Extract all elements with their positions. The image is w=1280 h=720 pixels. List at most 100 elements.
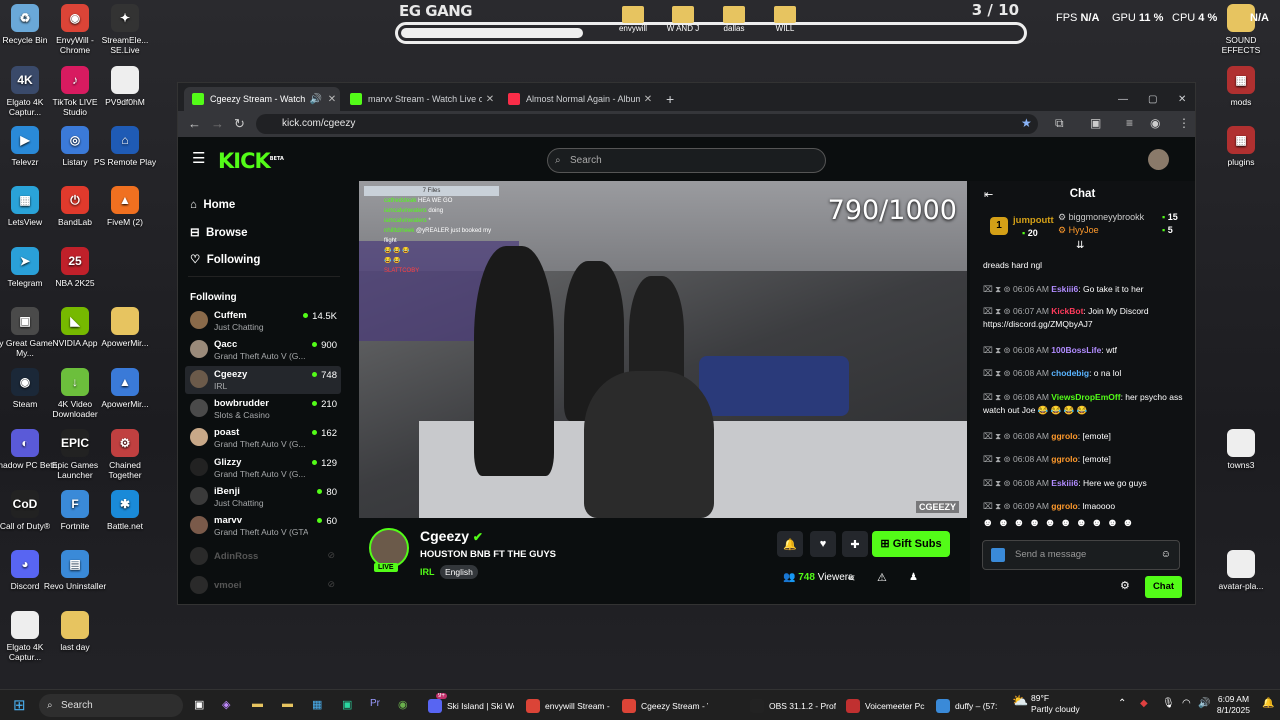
chat-username[interactable]: ggrolo (1051, 431, 1077, 441)
taskbar-app[interactable]: OBS 31.1.2 - Profil (750, 693, 836, 718)
tab-marvv[interactable]: marvv Stream - Watch Live o ✕ (342, 87, 498, 111)
language-tag[interactable]: English (440, 565, 478, 579)
chat-username[interactable]: chodebig (1051, 368, 1089, 378)
following-channel[interactable]: Cgeezy IRL 748 (185, 365, 341, 394)
leaderboard-user[interactable]: ⚙ biggmoneyybrookk (1058, 212, 1144, 223)
report-icon[interactable]: ⚠ (877, 571, 887, 584)
follow-heart-button[interactable]: ♥ (810, 531, 836, 557)
desktop-icon[interactable]: ApowerMir... (92, 307, 158, 348)
following-channel[interactable]: Qacc Grand Theft Auto V (G... 900 (185, 336, 341, 364)
tray-overflow-icon[interactable]: ⌃ (1118, 698, 1126, 709)
desktop-icon[interactable]: ✦ StreamEle... SE.Live (92, 4, 158, 55)
taskbar-app[interactable]: Voicemeeter Pc (846, 693, 932, 718)
desktop-icon[interactable]: ▲ ApowerMir... (92, 368, 158, 409)
following-channel[interactable]: Cuffem Just Chatting 14.5K (185, 307, 341, 335)
offline-channel[interactable]: vmoei ⊘ (185, 572, 341, 600)
user-avatar[interactable] (1148, 149, 1169, 170)
notification-bell-icon[interactable]: 🔔 (1262, 698, 1274, 709)
desktop-icon[interactable]: ✱ Battle.net (92, 490, 158, 531)
clock[interactable]: 6:09 AM 8/1/2025 (1217, 694, 1250, 716)
chat-username[interactable]: ggrolo (1051, 501, 1077, 511)
url-field[interactable]: kick.com/cgeezy (256, 114, 1038, 134)
taskbar-app[interactable]: Ski Island | Ski We 9+ (428, 693, 514, 718)
close-icon[interactable]: ✕ (482, 94, 498, 105)
task-view-icon[interactable]: ▣ (194, 698, 204, 711)
chat-message-input[interactable]: Send a message ☺ (982, 540, 1180, 570)
app-icon[interactable]: ▣ (342, 698, 352, 711)
copilot-icon[interactable]: ◈ (222, 698, 230, 711)
following-channel[interactable]: poast Grand Theft Auto V (G... 162 (185, 424, 341, 452)
close-icon[interactable]: ✕ (324, 94, 340, 105)
close-icon[interactable]: ✕ (640, 94, 656, 105)
app-icon[interactable]: ◉ (398, 698, 408, 711)
maximize-icon[interactable]: ▢ (1140, 87, 1160, 111)
taskbar-app[interactable]: Cgeezy Stream - V (622, 693, 708, 718)
nav-browse[interactable]: ⊟ Browse (190, 225, 248, 239)
desktop-icon[interactable]: ⌂ PS Remote Play (92, 126, 158, 167)
minimize-icon[interactable]: — (1110, 87, 1130, 111)
desktop-icon[interactable]: ⚙ Chained Together (92, 429, 158, 480)
emoji-icon[interactable]: ☺ (1161, 541, 1171, 569)
windows-start-icon[interactable]: ⊞ (13, 696, 26, 714)
reload-icon[interactable]: ↻ (234, 116, 245, 132)
leaderboard-user[interactable]: ⚙ HyyJoe (1058, 225, 1099, 236)
search-input[interactable]: ⌕ Search (547, 148, 826, 173)
desktop-icon[interactable]: 25 NBA 2K25 (42, 247, 108, 288)
clip-button[interactable]: ✚ (842, 531, 868, 557)
desktop-icon[interactable]: ▲ FiveM (2) (92, 186, 158, 227)
settings-gear-icon[interactable]: ⚙ (1120, 579, 1130, 592)
menu-icon[interactable]: ⋮ (1178, 116, 1190, 130)
taskbar-search[interactable]: ⌕ Search (39, 694, 183, 717)
offline-channel[interactable]: AdinRoss ⊘ (185, 543, 341, 571)
bookmark-star-icon[interactable]: ★ (1021, 116, 1032, 130)
forward-icon[interactable]: → (211, 116, 224, 131)
following-channel[interactable]: bowbrudder Slots & Casino 210 (185, 395, 341, 423)
kick-logo[interactable]: KICKBETA (218, 149, 284, 173)
mod-tools-icon[interactable]: ⌧ ⧗ ⊚ (983, 368, 1013, 378)
mod-tools-icon[interactable]: ⌧ ⧗ ⊚ (983, 454, 1013, 464)
mod-tools-icon[interactable]: ⌧ ⧗ ⊚ (983, 345, 1013, 355)
premiere-icon[interactable]: Pr (370, 698, 380, 709)
chat-username[interactable]: 100BossLife (1051, 345, 1101, 355)
following-channel[interactable]: Glizzy Grand Theft Auto V (G... 129 (185, 454, 341, 482)
chat-username[interactable]: ViewsDropEmOff (1051, 392, 1120, 402)
store-icon[interactable]: ▦ (312, 698, 322, 711)
desktop-icon[interactable]: PV9df0hM (92, 66, 158, 107)
emote-bar[interactable]: ☻☻☻☻☻☻☻☻☻☻ (982, 517, 1138, 529)
folder-icon[interactable]: ▬ (282, 698, 293, 710)
nav-home[interactable]: ⌂ Home (190, 199, 235, 211)
desktop-icon[interactable]: ▦ mods (1208, 66, 1274, 107)
video-player[interactable]: 7 Files cathedsteak HEA WE GO iamcalvinwa… (359, 181, 967, 518)
chat-username[interactable]: Eskiii6 (1051, 284, 1078, 294)
profile-icon[interactable]: ◉ (1150, 116, 1160, 130)
nav-following[interactable]: ♡ Following (190, 252, 260, 266)
mod-tools-icon[interactable]: ⌧ ⧗ ⊚ (983, 478, 1013, 488)
chat-send-button[interactable]: Chat (1145, 576, 1182, 598)
tray-icon[interactable]: ◆ (1140, 698, 1148, 709)
wifi-icon[interactable]: ◠ (1182, 698, 1191, 709)
mod-tools-icon[interactable]: ⌧ ⧗ ⊚ (983, 431, 1013, 441)
desktop-icon[interactable]: ▤ Revo Uninstaller (42, 550, 108, 591)
chat-username[interactable]: KickBot (1051, 306, 1083, 316)
leaderboard-user[interactable]: jumpoutt (1013, 215, 1054, 226)
following-channel[interactable]: iBenji Just Chatting 80 (185, 483, 341, 511)
tab-cgeezy[interactable]: Cgeezy Stream - Watch Li 🔊 ✕ (184, 87, 340, 111)
tab-album[interactable]: Almost Normal Again - Album ✕ (500, 87, 656, 111)
media-icon[interactable]: ≡ (1126, 116, 1133, 130)
share-icon[interactable]: ⋖ (847, 573, 855, 584)
gift-subs-button[interactable]: ⊞ Gift Subs (872, 531, 950, 557)
extensions-icon[interactable]: ⧉ (1055, 116, 1064, 131)
mod-tools-icon[interactable]: ⌧ ⧗ ⊚ (983, 501, 1013, 511)
new-tab-button[interactable]: + (658, 87, 682, 111)
expand-icon[interactable]: ⇊ (1076, 240, 1084, 251)
notification-bell-button[interactable]: 🔔 (777, 531, 803, 557)
chat-username[interactable]: Eskiii6 (1051, 478, 1078, 488)
mod-tools-icon[interactable]: ⌧ ⧗ ⊚ (983, 392, 1013, 402)
following-channel[interactable]: marvv Grand Theft Auto V (GTA) 60 (185, 512, 341, 540)
hamburger-icon[interactable]: ☰ (192, 149, 205, 167)
taskbar-app[interactable]: duffy – (57: (936, 693, 1022, 718)
taskbar-app[interactable]: envywill Stream - (526, 693, 612, 718)
overlay-folder[interactable]: WILL (755, 6, 815, 33)
streamer-name[interactable]: Cgeezy ✔ (420, 528, 483, 544)
back-icon[interactable]: ← (188, 116, 201, 131)
